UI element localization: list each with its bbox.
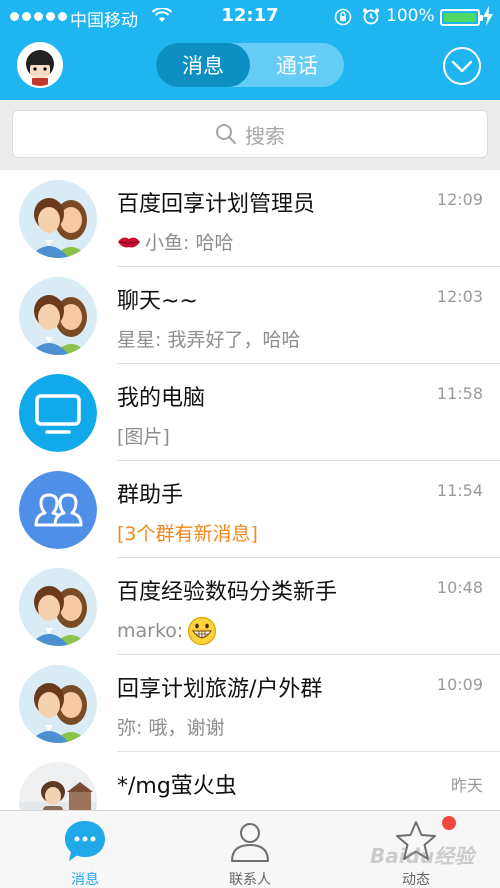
conversation-name: */mg萤火虫 bbox=[117, 774, 237, 799]
conversation-row[interactable]: 我的电脑 [图片] 11:58 bbox=[0, 364, 500, 461]
conversation-time: 11:58 bbox=[436, 384, 483, 403]
photo-avatar bbox=[19, 762, 97, 810]
search-input[interactable]: 搜索 bbox=[12, 110, 488, 158]
conversation-time: 11:54 bbox=[436, 481, 483, 500]
grin-emoji-icon bbox=[188, 616, 217, 646]
conversation-row[interactable]: 群助手 [3个群有新消息] 11:54 bbox=[0, 461, 500, 558]
conversation-preview: 小鱼: 哈哈 bbox=[117, 228, 233, 255]
conversation-time: 10:09 bbox=[436, 675, 483, 694]
chevron-down-icon[interactable] bbox=[442, 46, 482, 86]
conversation-row[interactable]: 百度经验数码分类新手 marko: 10:48 bbox=[0, 558, 500, 655]
conversation-message: 小鱼: 哈哈 bbox=[145, 232, 234, 254]
conversation-time: 12:03 bbox=[436, 287, 483, 306]
conversation-row[interactable]: 聊天~~ 星星: 我弄好了，哈哈 12:03 bbox=[0, 267, 500, 364]
tab-label: 消息 bbox=[71, 872, 99, 888]
conversation-row[interactable]: 回享计划旅游/户外群 弥: 哦，谢谢 10:09 bbox=[0, 655, 500, 752]
group-helper-avatar bbox=[19, 471, 97, 549]
conversation-name: 回享计划旅游/户外群 bbox=[117, 677, 323, 702]
battery-percentage: 100% bbox=[386, 6, 435, 26]
tab-messages[interactable]: 消息 bbox=[156, 43, 250, 87]
message-call-switch: 消息 通话 bbox=[156, 43, 344, 87]
tab-calls[interactable]: 通话 bbox=[250, 43, 344, 87]
conversation-message: 弥: 哦，谢谢 bbox=[117, 717, 225, 739]
conversation-message: [3个群有新消息] bbox=[117, 523, 258, 545]
conversation-message: 星星: 我弄好了，哈哈 bbox=[117, 329, 301, 351]
chat-bubble-icon bbox=[65, 821, 105, 861]
conversation-message: marko: bbox=[117, 620, 184, 642]
computer-avatar bbox=[19, 374, 97, 452]
tab-label: 联系人 bbox=[229, 872, 271, 888]
conversation-time: 昨天 bbox=[450, 776, 483, 795]
conversation-name: 我的电脑 bbox=[117, 386, 206, 411]
contacts-icon bbox=[231, 823, 269, 862]
couple-avatar bbox=[19, 568, 97, 646]
conversation-name: 百度经验数码分类新手 bbox=[117, 580, 338, 605]
conversation-name: 群助手 bbox=[117, 483, 184, 508]
header-bar: 中国移动 12:17 100% 消息 通话 bbox=[0, 0, 500, 100]
notification-badge bbox=[442, 816, 456, 830]
lips-icon bbox=[118, 237, 140, 247]
conversation-list: 百度回享计划管理员 小鱼: 哈哈 12:09 聊天~~ 星星: 我弄好了，哈哈 … bbox=[0, 170, 500, 810]
charging-icon bbox=[483, 6, 493, 26]
conversation-message: [图片] bbox=[117, 426, 170, 448]
conversation-preview: marko: bbox=[117, 616, 217, 646]
search-area: 搜索 bbox=[0, 100, 500, 170]
tab-messages-bottom[interactable]: 消息 bbox=[25, 811, 145, 888]
couple-avatar bbox=[19, 277, 97, 355]
couple-avatar bbox=[19, 665, 97, 743]
couple-avatar bbox=[19, 180, 97, 258]
search-placeholder: 搜索 bbox=[245, 123, 285, 148]
alarm-icon bbox=[363, 8, 379, 25]
rotation-lock-icon bbox=[334, 8, 352, 26]
battery-icon bbox=[440, 9, 483, 26]
status-bar: 中国移动 12:17 100% bbox=[0, 0, 500, 34]
conversation-name: 百度回享计划管理员 bbox=[117, 192, 316, 217]
conversation-row[interactable]: */mg萤火虫 昨天 bbox=[0, 752, 500, 810]
watermark: Baidu经验 bbox=[370, 844, 475, 868]
tab-contacts[interactable]: 联系人 bbox=[190, 811, 310, 888]
conversation-time: 10:48 bbox=[436, 578, 483, 597]
search-icon bbox=[216, 124, 237, 145]
conversation-name: 聊天~~ bbox=[117, 289, 198, 314]
conversation-time: 12:09 bbox=[436, 190, 483, 209]
my-avatar[interactable] bbox=[17, 42, 63, 88]
conversation-row[interactable]: 百度回享计划管理员 小鱼: 哈哈 12:09 bbox=[0, 170, 500, 267]
tab-label: 动态 bbox=[402, 872, 430, 888]
